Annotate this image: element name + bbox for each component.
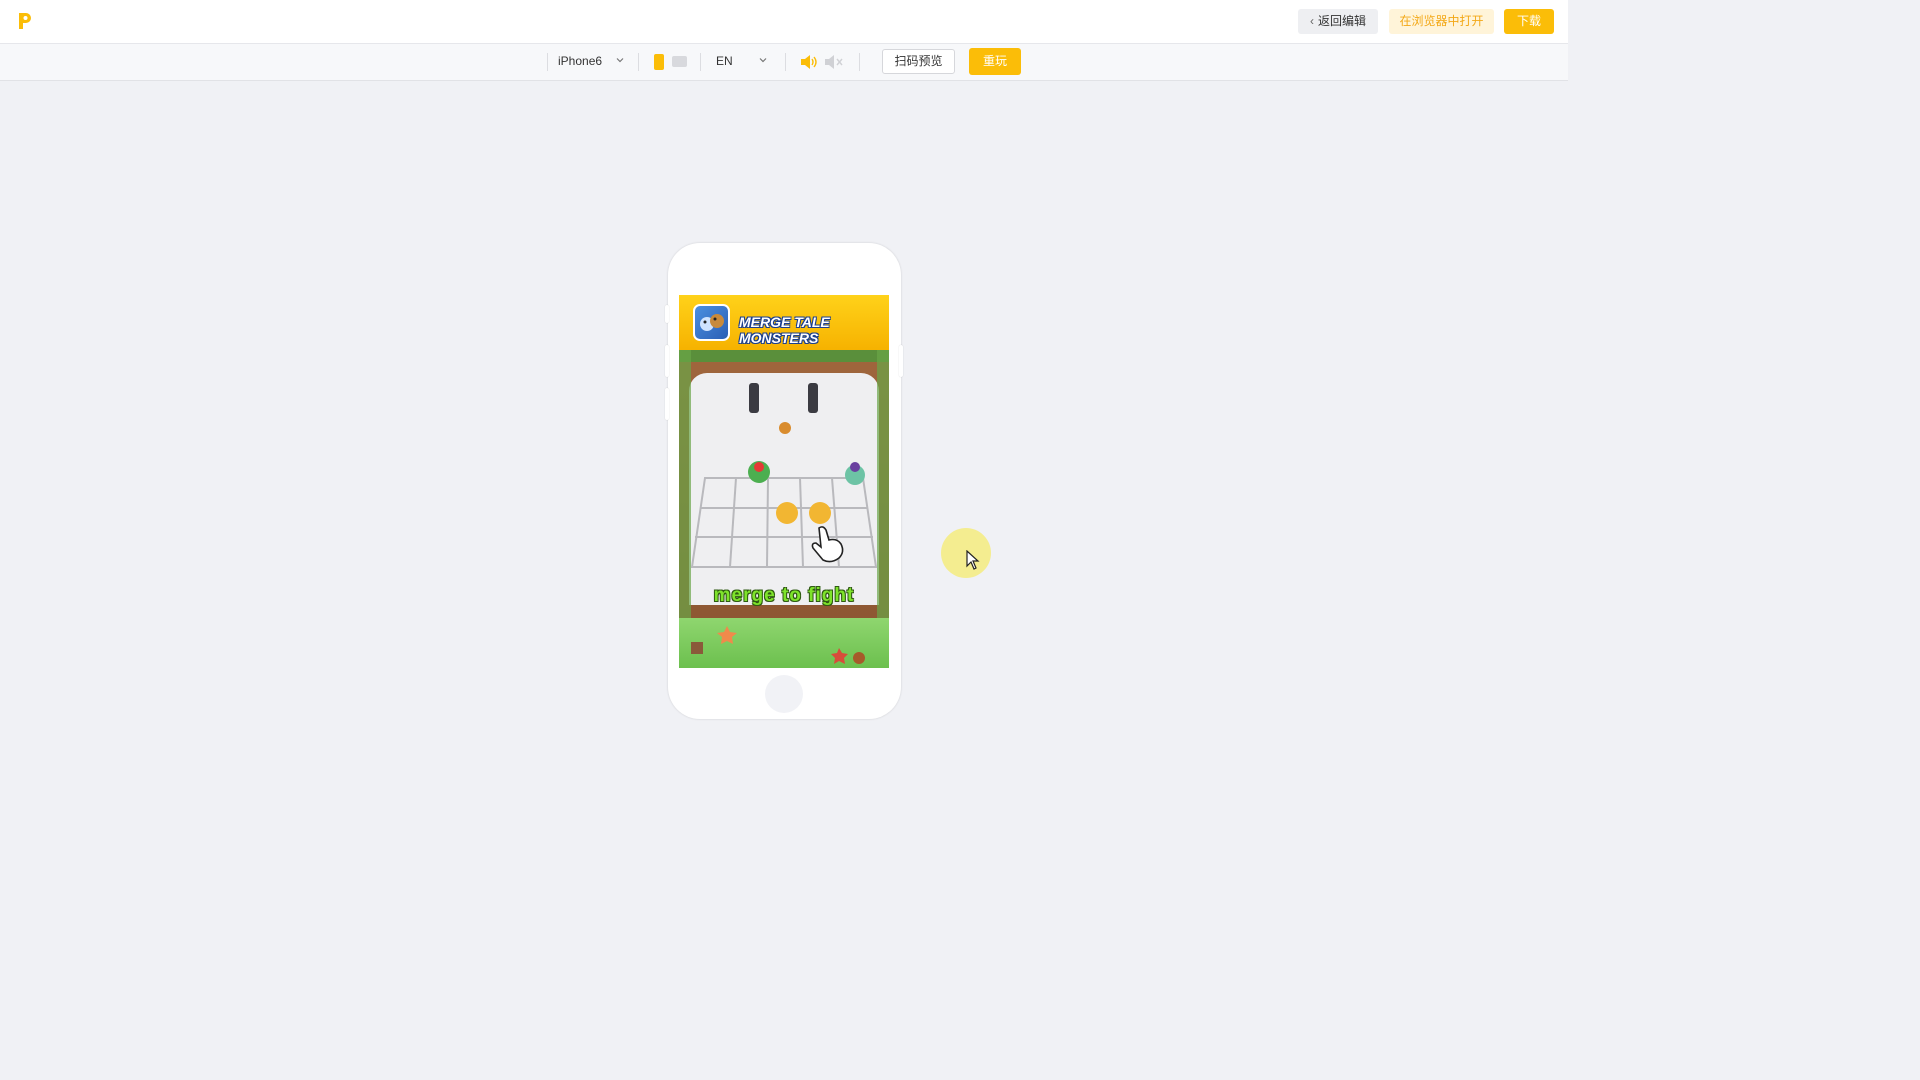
back-to-edit-label: 返回编辑 [1317,14,1366,28]
device-select[interactable]: iPhone6 [558,54,602,68]
sound-on-icon[interactable] [800,54,818,70]
portrait-orientation-button[interactable] [654,54,664,70]
enemy-figures [749,383,818,434]
download-button[interactable]: 下载 [1504,9,1554,34]
phone-side-button [665,388,669,420]
divider [859,53,860,71]
preview-toolbar: iPhone6 EN 扫码预览 重玩 [0,44,1568,81]
phone-home-button [765,675,803,713]
top-header: ‹ 返回编辑 在浏览器中打开 下载 [0,0,1568,44]
landscape-orientation-button[interactable] [672,56,687,67]
brand-logo-icon[interactable] [14,10,36,32]
language-select[interactable]: EN [716,54,733,68]
garden-decor-icon [691,626,865,664]
open-in-browser-button[interactable]: 在浏览器中打开 [1389,9,1494,34]
chevron-down-icon[interactable] [616,56,624,64]
divider [785,53,786,71]
divider [547,53,548,71]
grass-area [679,618,889,668]
scan-preview-button[interactable]: 扫码预览 [882,49,955,74]
sound-mute-icon[interactable] [824,54,844,70]
phone-side-button [899,345,903,377]
mouse-pointer-icon [966,550,980,570]
game-preview-screen[interactable]: MERGE TALE MONSTERS merge to fight [679,295,889,668]
tutorial-hand-icon [811,526,844,563]
phone-side-button [665,345,669,377]
divider [700,53,701,71]
chevron-down-icon[interactable] [759,56,767,64]
divider [638,53,639,71]
back-to-edit-button[interactable]: ‹ 返回编辑 [1298,9,1378,34]
merge-grid [679,350,889,618]
phone-side-button [665,305,669,323]
hero-figures [748,461,865,524]
game-caption: merge to fight [713,585,855,606]
replay-button[interactable]: 重玩 [969,48,1021,75]
chevron-left-icon: ‹ [1309,14,1314,28]
